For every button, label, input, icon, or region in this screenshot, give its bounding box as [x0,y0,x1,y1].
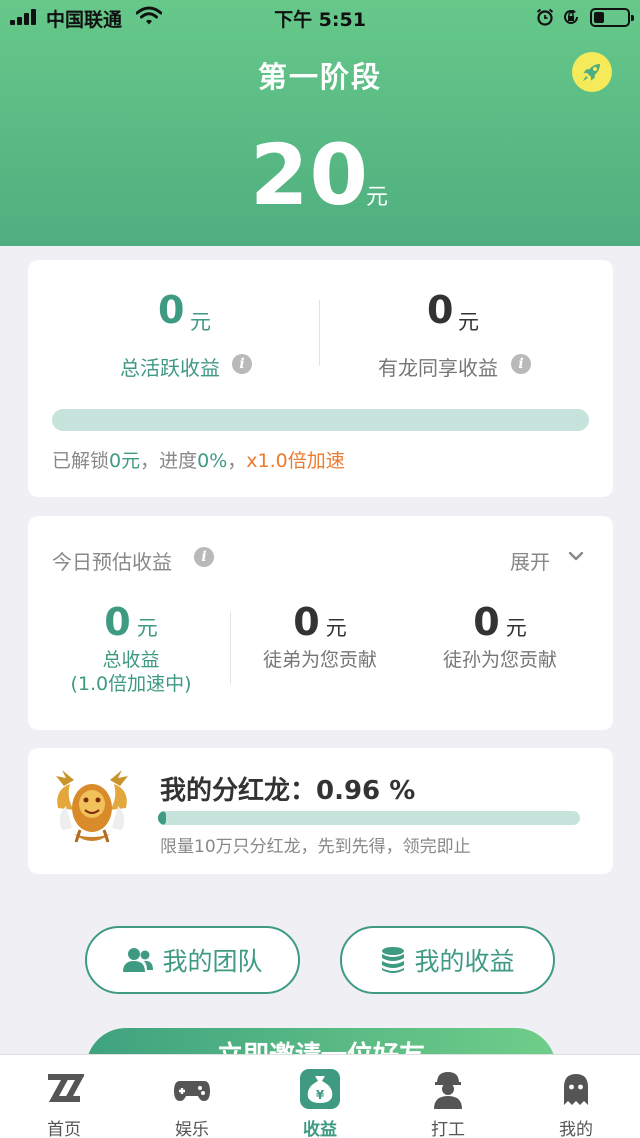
grand-apprentice-contribution-label: 徒孙为您贡献 [442,649,557,671]
bottom-tab-bar: 首页 娱乐 ¥ 收益 打工 我的 [0,1054,640,1138]
unlocked-value: 0元 [109,450,141,472]
stage-title: 第一阶段 [257,60,382,94]
gamepad-icon [174,1081,210,1101]
tab-home[interactable]: 首页 [0,1055,128,1138]
total-income-value: 0 [104,600,131,644]
info-icon[interactable]: i [232,354,252,374]
shared-income-unit: 元 [458,310,479,334]
apprentice-contribution-unit: 元 [325,616,347,640]
speed-multiplier: x1.0倍加速 [246,450,345,472]
tab-entertainment[interactable]: 娱乐 [128,1055,256,1138]
tab-work[interactable]: 打工 [384,1055,512,1138]
home-z-icon [48,1074,84,1102]
rotation-lock-icon [564,9,578,24]
dragon-progress-fill [158,811,167,825]
info-icon[interactable]: i [194,547,214,567]
battery-icon [590,8,634,27]
status-separator: ， [227,450,247,472]
total-income-label: 总收益 [102,649,160,671]
ghost-profile-icon [564,1074,588,1105]
divider [319,300,320,366]
dragon-progress-bar [158,811,580,825]
my-team-label: 我的团队 [162,947,263,976]
active-income-unit: 元 [190,310,211,334]
tab-mine[interactable]: 我的 [512,1055,640,1138]
today-estimate-card: 今日预估收益 i 展开 0元 总收益 (1.0倍加速中) 0元 徒弟为您贡献 0… [28,516,613,730]
chevron-down-icon[interactable] [568,550,584,562]
status-bar: 中国联通 下午 5:51 [0,0,640,34]
rocket-icon [583,64,600,81]
team-icon [123,948,154,972]
coin-stack-icon [382,947,405,973]
alarm-icon [536,8,554,26]
active-income-value: 0 [158,288,185,332]
expand-button[interactable]: 展开 [510,546,550,575]
dividend-dragon-title: 我的分红龙：0.96 % [160,776,416,806]
unlock-progress-bar [52,409,589,431]
divider [230,612,231,684]
today-estimate-title: 今日预估收益 [52,550,172,574]
money-bag-icon: ¥ [300,1069,340,1109]
worker-icon [434,1072,462,1109]
shared-income-label: 有龙同享收益 [378,356,498,380]
grand-apprentice-contribution-value: 0 [473,600,500,644]
rocket-button[interactable] [572,52,612,92]
unlock-status-text: 已解锁0元，进度0%，x1.0倍加速 [52,446,345,473]
dividend-dragon-card: 我的分红龙：0.96 % 限量10万只分红龙，先到先得，领完即止 [28,748,613,874]
total-income-unit: 元 [136,616,158,640]
apprentice-contribution-label: 徒弟为您贡献 [262,649,377,671]
status-prefix: 已解锁 [52,450,110,472]
dragon-limit-note: 限量10万只分红龙，先到先得，领完即止 [160,837,471,857]
my-income-button[interactable]: 我的收益 [340,926,555,994]
stage-amount: 20 [250,126,369,224]
tab-work-label: 打工 [431,1120,465,1138]
dividend-dragon-image[interactable] [52,768,132,848]
apprentice-contribution-column: 0元 徒弟为您贡献 [240,600,400,672]
header-banner: 中国联通 下午 5:51 第一阶段 20 元 [0,0,640,246]
svg-text:¥: ¥ [316,1088,325,1102]
tab-income[interactable]: ¥ 收益 [256,1055,384,1138]
grand-apprentice-contribution-unit: 元 [505,616,527,640]
tab-income-label: 收益 [303,1120,337,1138]
progress-percent: 0% [197,450,228,472]
shared-income-value: 0 [427,288,454,332]
tab-mine-label: 我的 [559,1120,593,1138]
tab-home-label: 首页 [47,1120,81,1138]
income-summary-card: 0 元 总活跃收益 i 0 元 有龙同享收益 i 已解锁0元，进度0%，x1.0… [28,260,613,497]
my-income-label: 我的收益 [414,947,515,976]
tab-entertainment-label: 娱乐 [175,1120,209,1138]
stage-amount-unit: 元 [366,185,389,210]
speed-status-label: (1.0倍加速中) [70,673,192,695]
total-income-column: 0元 总收益 (1.0倍加速中) [56,600,206,696]
info-icon[interactable]: i [511,354,531,374]
status-progress-label: ，进度 [140,450,198,472]
apprentice-contribution-value: 0 [293,600,320,644]
active-income-label: 总活跃收益 [120,356,220,380]
grand-apprentice-contribution-column: 0元 徒孙为您贡献 [420,600,580,672]
my-team-button[interactable]: 我的团队 [85,926,300,994]
